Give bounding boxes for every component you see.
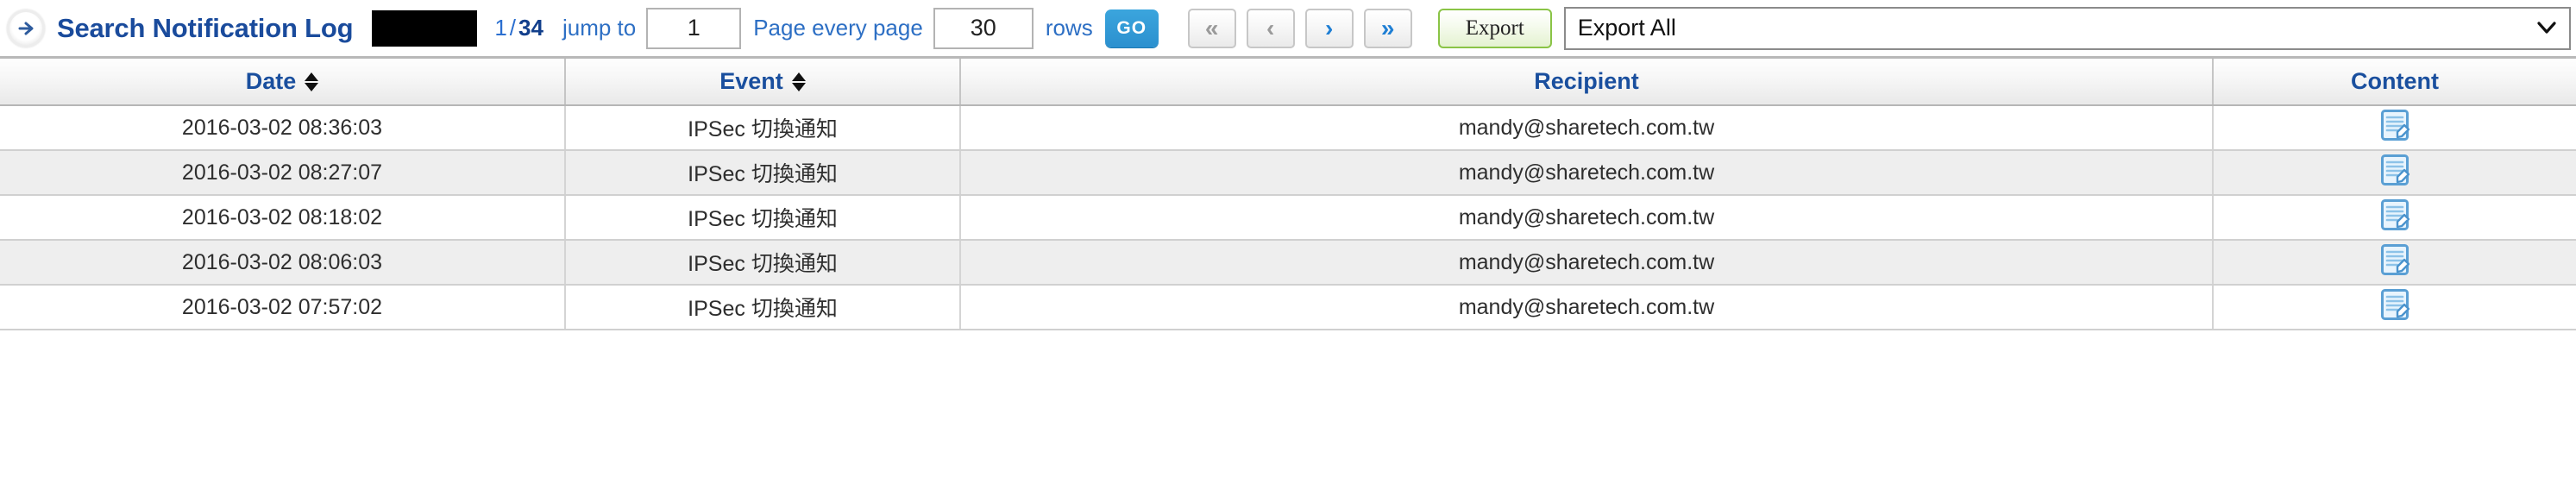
double-left-chevron-icon: «	[1204, 14, 1219, 41]
table-header: Date Event Recipient Content	[0, 59, 2576, 106]
cell-recipient: mandy@sharetech.com.tw	[960, 105, 2214, 151]
document-edit-icon[interactable]	[2380, 243, 2410, 282]
column-header-date-label: Date	[245, 68, 297, 94]
table-row: 2016-03-02 07:57:02 IPSec 切換通知 mandy@sha…	[0, 285, 2576, 330]
cell-recipient: mandy@sharetech.com.tw	[960, 240, 2214, 286]
document-edit-icon[interactable]	[2380, 198, 2410, 237]
document-edit-icon[interactable]	[2380, 154, 2410, 192]
sort-toggle-icon[interactable]	[791, 72, 806, 91]
prev-page-button[interactable]: ‹	[1246, 8, 1295, 48]
cell-recipient: mandy@sharetech.com.tw	[960, 195, 2214, 241]
export-button[interactable]: Export	[1437, 8, 1552, 48]
toolbar: Search Notification Log 1/34 jump to Pag…	[0, 0, 2576, 59]
page-separator: /	[509, 15, 517, 41]
last-page-button[interactable]: »	[1363, 8, 1412, 48]
page-title: Search Notification Log	[57, 12, 354, 43]
export-scope-value: Export All	[1577, 15, 1676, 41]
notification-log-table: Date Event Recipient Content 2016-03-02 …	[0, 59, 2576, 330]
table-row: 2016-03-02 08:06:03 IPSec 切換通知 mandy@sha…	[0, 240, 2576, 286]
cell-date: 2016-03-02 08:18:02	[0, 195, 566, 241]
cell-event: IPSec 切換通知	[565, 240, 961, 286]
cell-event: IPSec 切換通知	[565, 195, 961, 241]
column-header-date[interactable]: Date	[0, 59, 566, 106]
column-header-recipient: Recipient	[960, 59, 2214, 106]
column-header-recipient-label: Recipient	[1534, 68, 1639, 94]
pagination-nav: « ‹ › »	[1187, 8, 1423, 48]
cell-event: IPSec 切換通知	[565, 150, 961, 196]
table-body: 2016-03-02 08:36:03 IPSec 切換通知 mandy@sha…	[0, 105, 2576, 330]
column-header-content: Content	[2213, 59, 2576, 106]
cell-recipient: mandy@sharetech.com.tw	[960, 150, 2214, 196]
redacted-field	[372, 9, 478, 47]
page-indicator: 1/34	[494, 15, 543, 41]
cell-date: 2016-03-02 08:36:03	[0, 105, 566, 151]
first-page-button[interactable]: «	[1187, 8, 1236, 48]
cell-content	[2213, 150, 2576, 196]
document-edit-icon[interactable]	[2380, 288, 2410, 327]
column-header-event-label: Event	[719, 68, 783, 94]
double-right-chevron-icon: »	[1380, 14, 1395, 41]
sort-toggle-icon[interactable]	[305, 72, 319, 91]
go-button[interactable]: GO	[1104, 9, 1159, 47]
export-scope-select[interactable]: Export All	[1563, 6, 2571, 50]
cell-date: 2016-03-02 07:57:02	[0, 285, 566, 330]
chevron-down-icon	[2536, 16, 2557, 41]
right-chevron-icon: ›	[1325, 14, 1334, 41]
cell-content	[2213, 240, 2576, 286]
table-row: 2016-03-02 08:27:07 IPSec 切換通知 mandy@sha…	[0, 150, 2576, 196]
cell-date: 2016-03-02 08:27:07	[0, 150, 566, 196]
jump-to-input[interactable]	[646, 7, 742, 49]
next-page-button[interactable]: ›	[1304, 8, 1354, 48]
left-chevron-icon: ‹	[1266, 14, 1275, 41]
rows-label: rows	[1045, 15, 1093, 41]
cell-event: IPSec 切換通知	[565, 105, 961, 151]
page-current: 1	[494, 15, 507, 41]
circle-right-arrow-icon[interactable]	[7, 9, 45, 47]
cell-content	[2213, 195, 2576, 241]
jump-to-label: jump to	[562, 15, 637, 41]
cell-recipient: mandy@sharetech.com.tw	[960, 285, 2214, 330]
column-header-content-label: Content	[2351, 68, 2439, 94]
page-total: 34	[518, 15, 543, 41]
column-header-event[interactable]: Event	[565, 59, 961, 106]
page-every-page-label: Page every page	[753, 15, 923, 41]
table-header-row: Date Event Recipient Content	[0, 59, 2576, 106]
rows-per-page-input[interactable]	[933, 7, 1034, 49]
cell-date: 2016-03-02 08:06:03	[0, 240, 566, 286]
document-edit-icon[interactable]	[2380, 109, 2410, 148]
table-row: 2016-03-02 08:18:02 IPSec 切換通知 mandy@sha…	[0, 195, 2576, 241]
cell-content	[2213, 285, 2576, 330]
cell-event: IPSec 切換通知	[565, 285, 961, 330]
cell-content	[2213, 105, 2576, 151]
table-row: 2016-03-02 08:36:03 IPSec 切換通知 mandy@sha…	[0, 105, 2576, 151]
